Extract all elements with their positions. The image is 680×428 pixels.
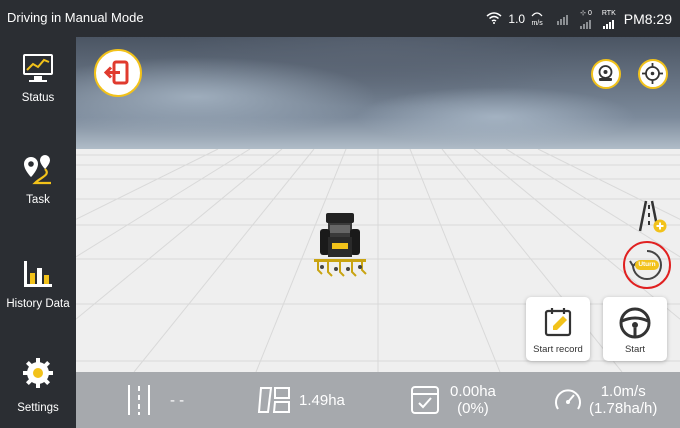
status-bar: Driving in Manual Mode 1.0 m/s ⊹ 0 RTK PM… xyxy=(0,0,680,37)
add-guideline-button[interactable] xyxy=(628,197,668,237)
driving-mode-label: Driving in Manual Mode xyxy=(7,10,144,25)
guideline-add-icon xyxy=(638,200,667,233)
sidebar-item-label: History Data xyxy=(6,298,70,310)
speed-text: 1.0m/s (1.78ha/h) xyxy=(589,383,657,417)
status-indicators: 1.0 m/s ⊹ 0 RTK PM8:29 xyxy=(486,8,672,30)
worked-area-value: 0.00ha xyxy=(450,383,496,400)
app-window: Driving in Manual Mode 1.0 m/s ⊹ 0 RTK PM… xyxy=(0,0,680,428)
monitor-chart-icon xyxy=(23,54,53,82)
gear-icon xyxy=(23,358,53,388)
sidebar: Status Task History Data Settings xyxy=(0,37,76,428)
field-area-icon xyxy=(257,387,290,413)
uturn-button[interactable]: Uturn xyxy=(627,245,667,285)
start-button[interactable]: Start xyxy=(603,297,667,361)
sidebar-item-history[interactable]: History Data xyxy=(0,251,76,331)
info-bar: - - 1.49ha 0.00ha (0%) 1.0m/s (1.78ha/h) xyxy=(76,372,680,428)
checklist-icon xyxy=(411,386,439,414)
field-3d-view[interactable]: Uturn Start record Start xyxy=(76,37,680,372)
sidebar-item-settings[interactable]: Settings xyxy=(0,348,76,428)
swath-value: - - xyxy=(170,391,185,409)
clock: PM8:29 xyxy=(623,11,672,27)
network-speed-unit: m/s xyxy=(531,20,543,27)
camera-icon xyxy=(598,65,613,81)
target-icon xyxy=(642,63,663,84)
speed-info: 1.0m/s (1.78ha/h) xyxy=(553,372,657,428)
network-speed-value: 1.0 xyxy=(508,12,526,26)
satellite-count: 0 xyxy=(587,9,592,17)
record-icon xyxy=(544,308,572,337)
exit-button[interactable] xyxy=(94,49,142,97)
exit-icon xyxy=(103,60,129,85)
locate-button[interactable] xyxy=(638,59,668,89)
wifi-small-icon xyxy=(531,11,543,20)
tractor-model xyxy=(314,213,367,277)
uturn-label: Uturn xyxy=(638,261,656,268)
rtk-indicator: RTK xyxy=(602,10,616,29)
camera-button[interactable] xyxy=(591,59,621,89)
worked-area-info: 0.00ha (0%) xyxy=(410,372,496,428)
swath-icon xyxy=(128,385,150,415)
satellite-signal-icon xyxy=(580,17,592,29)
bar-chart-icon xyxy=(24,261,52,287)
sidebar-item-label: Settings xyxy=(17,402,59,414)
network-speed-widget: m/s xyxy=(531,11,543,27)
satellite-icon: ⊹ xyxy=(580,9,586,17)
work-rate-value: (1.78ha/h) xyxy=(589,400,658,417)
wifi-icon xyxy=(486,11,502,27)
speedometer-icon xyxy=(555,389,581,410)
total-area-value: 1.49ha xyxy=(299,391,345,409)
swath-info: - - xyxy=(126,372,184,428)
satellite-indicator: ⊹ 0 xyxy=(580,10,592,29)
sidebar-item-task[interactable]: Task xyxy=(0,149,76,229)
rtk-signal-icon xyxy=(603,17,615,29)
start-record-button[interactable]: Start record xyxy=(526,297,590,361)
cell-signal-icon xyxy=(557,13,569,25)
sky-background xyxy=(76,37,680,152)
sidebar-item-label: Task xyxy=(26,194,50,206)
start-record-label: Start record xyxy=(533,344,583,355)
sidebar-item-status[interactable]: Status xyxy=(0,37,76,117)
rtk-label: RTK xyxy=(601,9,616,17)
speed-value: 1.0m/s xyxy=(600,383,646,400)
sidebar-item-label: Status xyxy=(21,92,55,104)
route-pins-icon xyxy=(24,155,51,185)
worked-area-percent: (0%) xyxy=(457,400,489,417)
total-area-info: 1.49ha xyxy=(257,372,345,428)
steering-wheel-icon xyxy=(619,307,651,339)
start-label: Start xyxy=(624,344,646,355)
worked-area-text: 0.00ha (0%) xyxy=(450,383,496,417)
